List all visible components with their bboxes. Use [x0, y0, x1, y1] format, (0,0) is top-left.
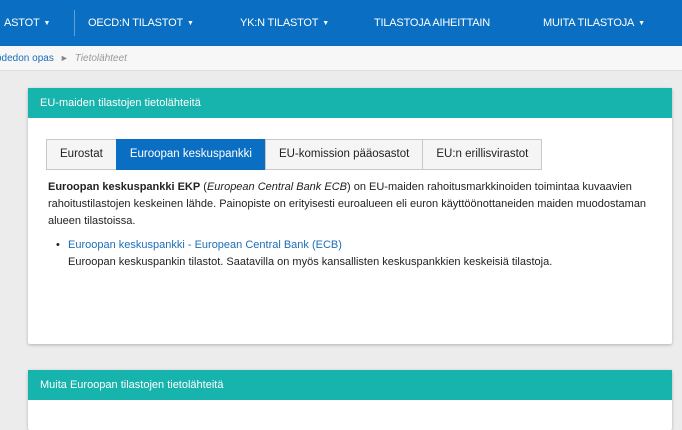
nav-item-yk[interactable]: YK:N TILASTOT ▼: [240, 0, 329, 46]
tab-eurostat[interactable]: Eurostat: [46, 139, 117, 170]
breadcrumb-link[interactable]: ödedon opas: [0, 53, 54, 64]
chevron-down-icon: ▼: [187, 20, 194, 27]
breadcrumb-current: Tietolähteet: [74, 53, 127, 64]
nav-item-label: YK:N TILASTOT: [240, 17, 319, 29]
list-item: • Euroopan keskuspankki - European Centr…: [56, 237, 648, 271]
chevron-down-icon: ▼: [43, 20, 51, 27]
tab-eu-komission-paaosastot[interactable]: EU-komission pääosastot: [264, 139, 424, 170]
nav-item-aiheittain[interactable]: TILASTOJA AIHEITTAIN: [374, 0, 490, 46]
nav-item-label: TILASTOJA AIHEITTAIN: [374, 17, 491, 29]
nav-item-label: OECD:N TILASTOT: [88, 17, 184, 29]
intro-italic: European Central Bank ECB: [206, 181, 347, 193]
other-sources-panel: Muita Euroopan tilastojen tietolähteitä: [28, 370, 672, 430]
intro-bold: Euroopan keskuspankki EKP: [48, 181, 201, 193]
link-description: Euroopan keskuspankin tilastot. Saatavil…: [68, 256, 553, 268]
intro-paren: (: [200, 181, 207, 193]
nav-item-label: ASTOT: [4, 17, 40, 29]
intro-paragraph: Euroopan keskuspankki EKP (European Cent…: [48, 179, 648, 230]
link-list: • Euroopan keskuspankki - European Centr…: [48, 237, 648, 271]
tab-euroopan-keskuspankki[interactable]: Euroopan keskuspankki: [115, 139, 266, 170]
source-tabs: Eurostat Euroopan keskuspankki EU-komiss…: [46, 139, 543, 170]
panel-title: Muita Euroopan tilastojen tietolähteitä: [28, 370, 672, 400]
ecb-link[interactable]: Euroopan keskuspankki - European Central…: [68, 239, 342, 251]
nav-item-label: MUITA TILASTOJA: [543, 17, 635, 29]
breadcrumb-separator-icon: ►: [59, 53, 69, 63]
chevron-down-icon: ▼: [322, 20, 330, 27]
tab-content: Euroopan keskuspankki EKP (European Cent…: [48, 179, 648, 271]
chevron-down-icon: ▼: [638, 20, 645, 27]
nav-item-tilastot[interactable]: ASTOT ▼: [4, 0, 50, 46]
top-navigation: ASTOT ▼ OECD:N TILASTOT ▼ YK:N TILASTOT ▼ T…: [0, 0, 682, 46]
tab-eu-erillisvirastot[interactable]: EU:n erillisvirastot: [422, 139, 543, 170]
bullet-icon: •: [56, 239, 60, 251]
breadcrumb: ödedon opas ► Tietolähteet: [0, 46, 682, 71]
panel-title: EU-maiden tilastojen tietolähteitä: [28, 88, 672, 118]
nav-divider: [74, 10, 75, 36]
nav-item-oecd[interactable]: OECD:N TILASTOT ▼: [88, 0, 194, 46]
nav-item-muita[interactable]: MUITA TILASTOJA ▼: [543, 0, 645, 46]
eu-sources-panel: EU-maiden tilastojen tietolähteitä Euros…: [28, 88, 672, 344]
